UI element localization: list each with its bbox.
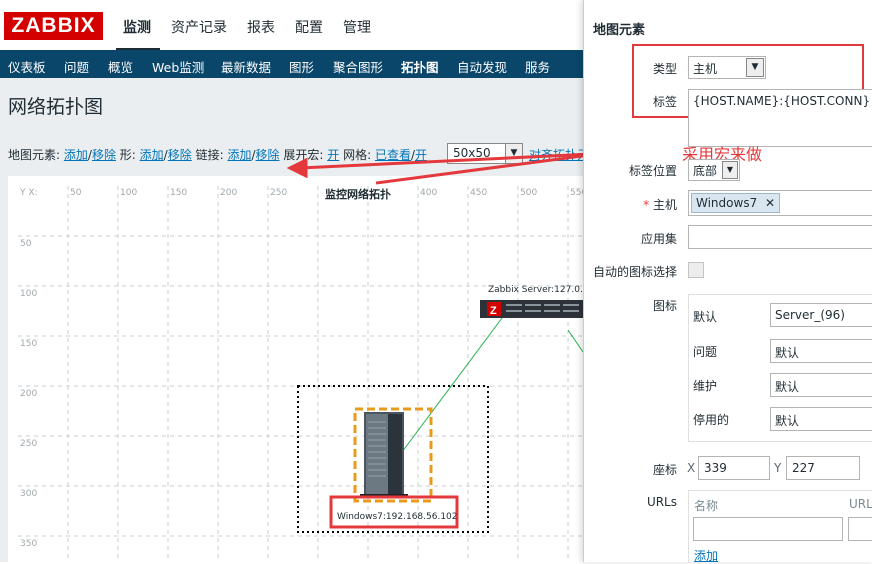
coords-label: 座标 [652,463,677,477]
auto-icon-checkbox[interactable] [688,262,704,278]
url-name-header: 名称 [694,499,719,513]
y-tick: 300 [20,489,38,499]
url-header: URL [849,497,872,511]
icon-problem-select[interactable]: 默认 [770,339,872,363]
map-grid: Z [18,152,600,562]
y-coord-label: Y [774,461,782,475]
chevron-down-icon: ▼ [746,58,764,77]
annotation-label: 监控网络拓扑 [325,188,391,201]
server-tower-icon [360,412,408,498]
icon-disabled-value: 默认 [775,414,800,428]
type-select[interactable]: 主机 ▼ [688,56,766,79]
label-position-value: 底部 [693,164,718,178]
application-label: 应用集 [640,232,677,246]
icon-maintenance-value: 默认 [775,380,800,394]
x-tick: 250 [270,188,288,198]
host-tag-label: Windows7 [696,196,758,210]
icon-disabled-label: 停用的 [693,413,730,427]
y-tick: 100 [20,289,38,299]
x-tick: 100 [120,188,138,198]
x-tick: 500 [520,188,538,198]
x-coord-value: 339 [704,461,727,475]
type-value: 主机 [693,62,718,76]
y-tick: 250 [20,439,38,449]
x-coord-input[interactable]: 339 [698,456,770,480]
url-name-input[interactable] [693,517,843,541]
label-position-select[interactable]: 底部 ▼ [688,159,740,181]
icon-maintenance-select[interactable]: 默认 [770,373,872,397]
icon-default-select[interactable]: Server_(96) [770,303,872,327]
x-tick: 450 [470,188,488,198]
icon-default-label: 默认 [693,310,718,324]
application-input[interactable] [688,225,872,249]
y-tick: 200 [20,389,38,399]
host-label-text: 主机 [652,198,677,212]
host-label: Windows7:192.168.56.102 [337,512,458,522]
x-tick: 150 [170,188,188,198]
url-input[interactable] [848,517,872,541]
auto-icon-label: 自动的图标选择 [592,265,677,279]
icon-label: 图标 [652,299,677,313]
label-label: 标签 [652,95,677,109]
y-tick: 350 [20,539,38,549]
icon-problem-value: 默认 [775,346,800,360]
icon-problem-label: 问题 [693,345,718,359]
axis-corner-label: Y X: [20,188,38,198]
close-icon[interactable]: ✕ [765,196,775,210]
host-tag: Windows7 ✕ [691,193,781,213]
label-textarea[interactable]: {HOST.NAME}:{HOST.CONN} [688,89,872,147]
svg-text:Z: Z [490,305,497,317]
x-tick: 400 [420,188,438,198]
icon-disabled-select[interactable]: 默认 [770,407,872,431]
chevron-down-icon: ▼ [722,161,738,179]
zabbix-server-icon: Z [480,300,584,318]
y-coord-input[interactable]: 227 [786,456,860,480]
y-coord-value: 227 [792,461,815,475]
x-tick: 200 [220,188,238,198]
y-tick: 150 [20,339,38,349]
add-url-link[interactable]: 添加 [694,547,718,564]
x-coord-label: X [687,461,696,475]
label-value: {HOST.NAME}:{HOST.CONN} [693,94,871,108]
server-label: Zabbix Server:127.0. [488,285,583,295]
panel-title: 地图元素 [593,23,646,38]
label-position-label: 标签位置 [628,164,677,178]
host-field-label: * 主机 [643,198,677,212]
x-tick: 50 [70,188,82,198]
icon-default-value: Server_(96) [775,308,845,322]
urls-label: URLs [646,495,677,509]
icon-maintenance-label: 维护 [693,379,718,393]
y-tick: 50 [20,239,32,249]
host-multiselect[interactable]: Windows7 ✕ [688,190,872,216]
type-label: 类型 [652,62,677,76]
